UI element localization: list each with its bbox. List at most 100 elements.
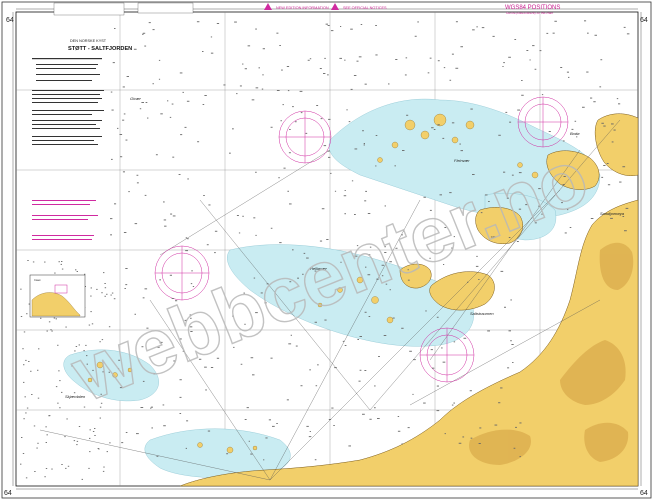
depth-sounding	[45, 426, 47, 428]
depth-sounding	[261, 88, 264, 90]
depth-sounding	[136, 174, 139, 176]
depth-sounding	[358, 56, 362, 58]
depth-sounding	[59, 380, 61, 382]
depth-sounding	[162, 404, 165, 406]
depth-sounding	[295, 345, 298, 347]
depth-sounding	[510, 299, 512, 301]
depth-sounding	[262, 48, 265, 50]
depth-sounding	[104, 287, 107, 289]
depth-sounding	[388, 83, 390, 85]
depth-sounding	[368, 316, 371, 317]
chart-number-bottom-right: 64	[640, 490, 648, 497]
depth-sounding	[354, 214, 356, 215]
depth-sounding	[89, 437, 91, 439]
depth-sounding	[247, 45, 251, 47]
depth-sounding	[26, 313, 28, 315]
depth-sounding	[24, 396, 26, 398]
depth-sounding	[113, 298, 116, 300]
depth-sounding	[348, 445, 351, 447]
depth-sounding	[50, 329, 52, 331]
depth-sounding	[601, 122, 604, 124]
depth-sounding	[255, 234, 257, 236]
depth-sounding	[363, 143, 365, 144]
place-name-saltstraumen: Saltstraumen	[470, 311, 494, 316]
depth-sounding	[51, 468, 53, 470]
depth-sounding	[44, 476, 46, 478]
depth-sounding	[606, 163, 609, 164]
depth-sounding	[119, 134, 123, 135]
depth-sounding	[521, 80, 523, 81]
depth-sounding	[280, 120, 282, 122]
depth-sounding	[412, 393, 414, 395]
depth-sounding	[191, 270, 193, 272]
depth-sounding	[179, 72, 183, 74]
place-name-givaer: Givær	[130, 96, 142, 101]
depth-sounding	[333, 425, 335, 426]
depth-sounding	[594, 34, 597, 36]
depth-sounding	[442, 361, 446, 363]
depth-sounding	[515, 426, 517, 428]
depth-sounding	[253, 217, 256, 219]
depth-sounding	[519, 422, 522, 424]
depth-sounding	[97, 448, 99, 449]
depth-sounding	[375, 165, 377, 167]
depth-sounding	[65, 467, 67, 469]
depth-sounding	[498, 134, 501, 136]
depth-sounding	[156, 455, 159, 457]
depth-sounding	[207, 430, 211, 432]
depth-sounding	[103, 466, 105, 468]
depth-sounding	[619, 181, 622, 183]
depth-sounding	[164, 225, 167, 227]
depth-sounding	[590, 218, 594, 219]
depth-sounding	[109, 442, 111, 444]
depth-sounding	[140, 407, 144, 408]
depth-sounding	[66, 418, 68, 420]
depth-sounding	[328, 156, 331, 158]
depth-sounding	[26, 407, 29, 409]
depth-sounding	[90, 287, 92, 289]
place-name-sandhornoya: Sandhornøya	[600, 211, 625, 216]
depth-sounding	[255, 28, 257, 30]
depth-sounding	[75, 269, 77, 271]
depth-sounding	[377, 418, 380, 419]
depth-sounding	[344, 190, 346, 191]
depth-sounding	[262, 74, 264, 76]
depth-sounding	[150, 406, 153, 408]
depth-sounding	[600, 59, 603, 61]
depth-sounding	[270, 126, 273, 128]
depth-sounding	[330, 172, 332, 174]
depth-sounding	[142, 297, 145, 299]
depth-sounding	[251, 99, 255, 101]
depth-sounding	[324, 57, 326, 59]
depth-sounding	[350, 88, 353, 90]
depth-sounding	[122, 86, 125, 88]
depth-sounding	[292, 106, 294, 108]
depth-sounding	[321, 208, 325, 210]
depth-sounding	[55, 318, 57, 320]
depth-sounding	[603, 125, 606, 127]
depth-sounding	[323, 73, 326, 74]
depth-sounding	[327, 150, 330, 152]
depth-sounding	[288, 152, 291, 154]
depth-sounding	[624, 230, 627, 232]
depth-sounding	[55, 386, 58, 388]
depth-sounding	[300, 112, 303, 114]
depth-sounding	[425, 310, 427, 312]
nautical-chart: 64 64 64 64 DEN NORSKE KYST STØTT - SALT…	[1, 1, 652, 499]
depth-sounding	[334, 190, 337, 192]
depth-sounding	[436, 316, 439, 318]
depth-sounding	[430, 349, 433, 351]
depth-sounding	[510, 340, 512, 342]
depth-sounding	[122, 171, 125, 173]
depth-sounding	[103, 272, 105, 274]
depth-sounding	[500, 270, 504, 272]
depth-sounding	[89, 451, 91, 453]
depth-sounding	[270, 227, 273, 229]
depth-sounding	[37, 442, 39, 444]
depth-sounding	[359, 369, 362, 371]
depth-sounding	[148, 22, 151, 24]
depth-sounding	[362, 413, 365, 415]
depth-sounding	[111, 158, 113, 160]
depth-sounding	[112, 62, 115, 64]
depth-sounding	[436, 410, 440, 412]
